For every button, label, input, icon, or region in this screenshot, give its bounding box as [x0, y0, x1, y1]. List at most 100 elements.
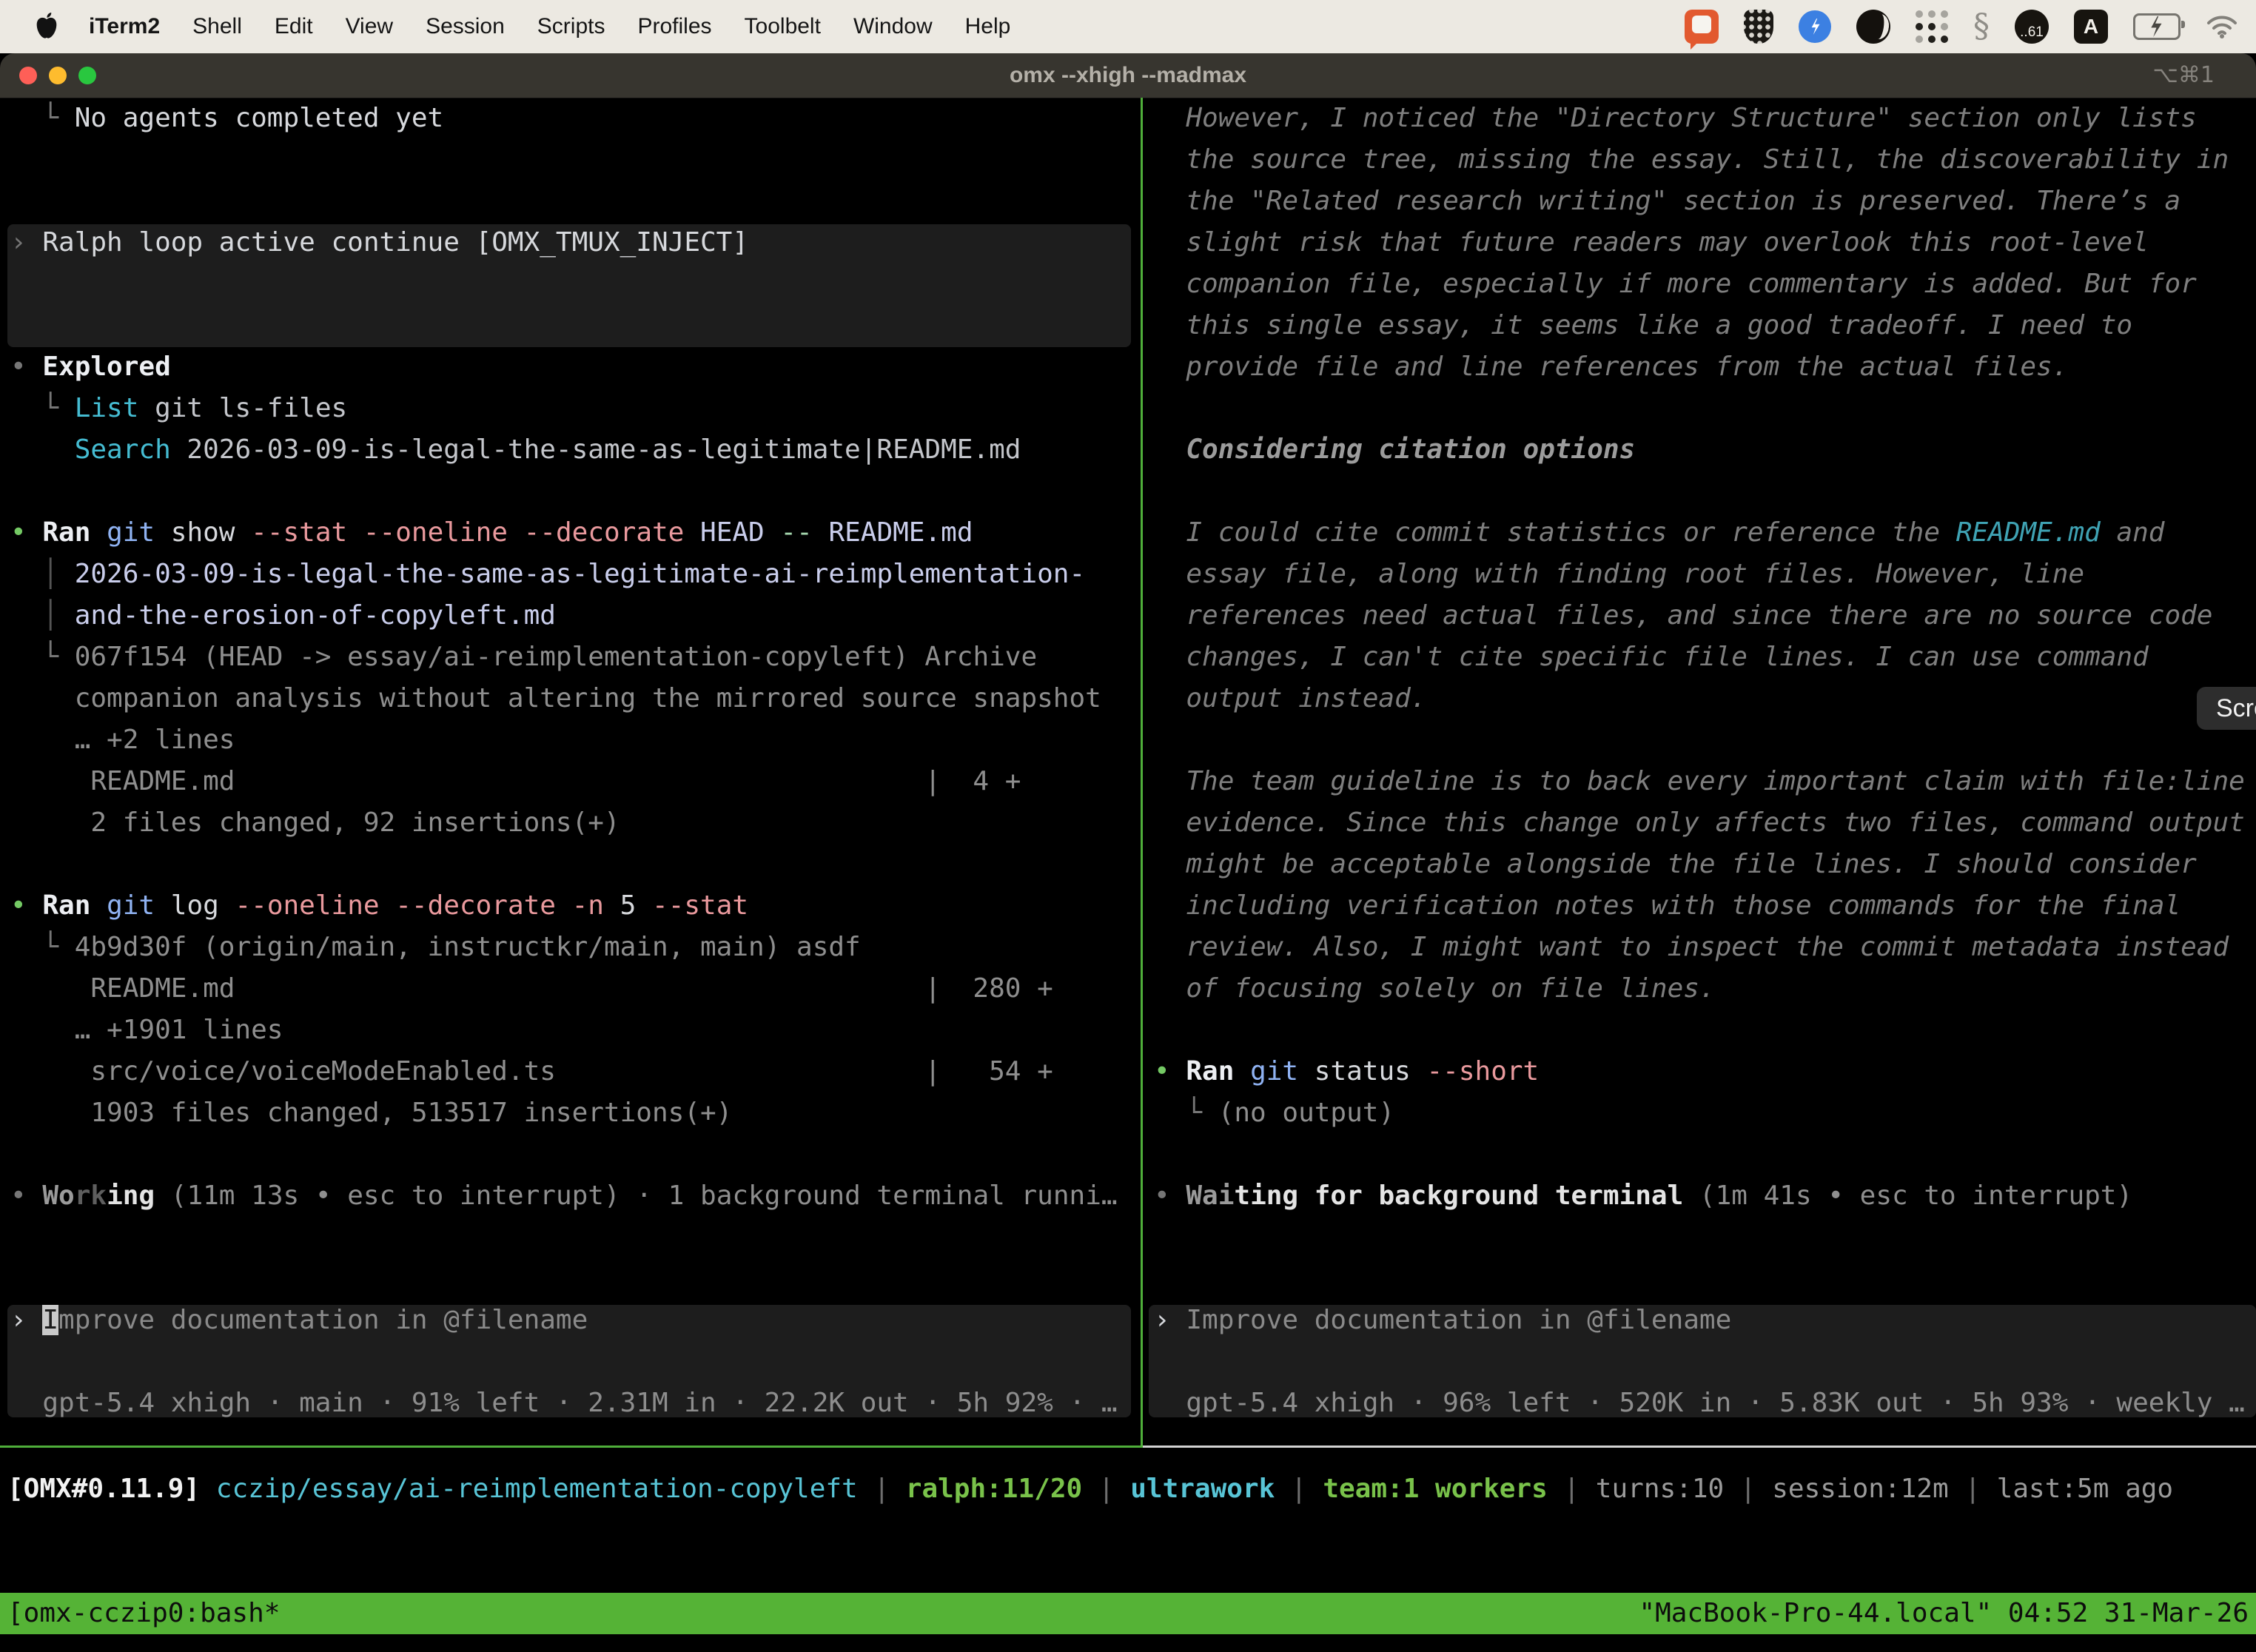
text-segment: companion analysis without altering the … — [10, 683, 1101, 713]
battery-icon[interactable] — [2133, 13, 2181, 40]
text-segment: provide file and line references from th… — [1154, 352, 2068, 382]
text-segment: • — [10, 1181, 42, 1211]
shield-icon[interactable] — [1744, 10, 1773, 44]
menu-item-session[interactable]: Session — [426, 14, 505, 39]
terminal-line: • Ran git status --short — [1154, 1051, 2256, 1092]
terminal-line: evidence. Since this change only affects… — [1154, 802, 2256, 844]
terminal-line — [10, 1134, 1141, 1175]
text-segment: team:1 workers — [1323, 1474, 1547, 1504]
terminal-output-left: └ No agents completed yet › Ralph loop ac… — [10, 98, 1141, 1424]
text-segment: List — [75, 393, 139, 423]
screen-tooltip: Scre — [2197, 687, 2256, 730]
text-segment: of focusing solely on file lines. — [1154, 973, 1716, 1004]
dots-grid-icon[interactable] — [1916, 10, 1948, 43]
wifi-icon[interactable] — [2206, 14, 2238, 39]
apple-menu-icon[interactable] — [34, 12, 59, 41]
terminal-line: However, I noticed the "Directory Struct… — [1154, 98, 2256, 139]
text-segment: this single essay, it seems like a good … — [1154, 310, 2132, 340]
text-segment: › — [10, 227, 42, 258]
text-segment: show — [155, 517, 251, 548]
text-segment: └ — [10, 393, 75, 423]
screenshare-tail — [1691, 41, 1699, 50]
text-segment: … +1901 lines — [10, 1015, 283, 1045]
menu-item-view[interactable]: View — [346, 14, 393, 39]
text-segment: I could cite commit statistics or refere… — [1154, 517, 1956, 548]
menu-item-scripts[interactable]: Scripts — [537, 14, 605, 39]
text-segment — [10, 434, 75, 465]
squiggle-icon[interactable]: § — [1973, 10, 1990, 44]
text-segment: status — [1298, 1056, 1426, 1087]
menu-item-profiles[interactable]: Profiles — [637, 14, 711, 39]
text-segment: | — [1548, 1474, 1596, 1504]
pane-divider[interactable] — [1141, 98, 1143, 1446]
terminal-line: • Waiting for background terminal (1m 41… — [1154, 1175, 2256, 1217]
terminal-line — [1154, 1341, 2256, 1383]
terminal-line — [10, 305, 1141, 346]
menu-item-help[interactable]: Help — [965, 14, 1011, 39]
input-source-icon[interactable]: A — [2074, 10, 2108, 44]
text-segment: --stat — [652, 890, 748, 921]
text-segment: and — [2101, 517, 2165, 548]
text-segment: slight risk that future readers may over… — [1154, 227, 2149, 258]
text-segment: Explored — [42, 352, 170, 382]
terminal-line: • Working (11m 13s • esc to interrupt) ·… — [10, 1175, 1141, 1217]
text-segment: essay file, along with finding root file… — [1154, 559, 2084, 589]
text-segment: Ran — [1186, 1056, 1234, 1087]
window-title: omx --xhigh --madmax — [0, 53, 2256, 98]
text-segment: ting for background terminal — [1234, 1181, 1683, 1211]
text-segment: README.md | 280 + — [10, 973, 1053, 1004]
text-segment: I — [42, 1305, 58, 1335]
tmux-session-label[interactable]: [omx-cczip0:bash* — [7, 1593, 280, 1634]
menu-item-iterm2[interactable]: iTerm2 — [89, 14, 160, 39]
terminal-line: └ No agents completed yet — [10, 98, 1141, 139]
text-segment: │ — [10, 559, 75, 589]
text-segment: README.md — [1956, 517, 2101, 548]
text-segment: However, I noticed the "Directory Struct… — [1154, 103, 2197, 133]
menu-item-edit[interactable]: Edit — [275, 14, 313, 39]
text-segment: Ran — [42, 890, 90, 921]
terminal-line: 1903 files changed, 513517 insertions(+) — [10, 1092, 1141, 1134]
text-segment: evidence. Since this change only affects… — [1154, 807, 2245, 838]
pie-icon[interactable] — [1856, 10, 1890, 44]
text-segment: • — [10, 890, 42, 921]
terminal-pane-left[interactable]: └ No agents completed yet › Ralph loop ac… — [0, 98, 1141, 1446]
text-segment: • — [1154, 1056, 1186, 1087]
terminal-line — [10, 1258, 1141, 1300]
text-segment: cczip/essay/ai-reimplementation-copyleft — [216, 1474, 858, 1504]
count-badge-icon[interactable]: ..61 — [2015, 10, 2049, 44]
text-segment — [1234, 1056, 1250, 1087]
terminal-line: review. Also, I might want to inspect th… — [1154, 927, 2256, 968]
terminal-line — [10, 844, 1141, 885]
text-segment: | — [1724, 1474, 1772, 1504]
window-title-bar[interactable]: omx --xhigh --madmax ⌥⌘1 — [0, 53, 2256, 98]
text-segment: │ — [10, 600, 75, 631]
text-segment: Ran — [42, 517, 90, 548]
terminal-line: └ 067f154 (HEAD -> essay/ai-reimplementa… — [10, 637, 1141, 678]
text-segment: ultrawork — [1130, 1474, 1275, 1504]
messages-badge-icon[interactable] — [1799, 10, 1831, 43]
text-segment: Wai — [1186, 1181, 1234, 1211]
text-segment: 5 — [620, 890, 652, 921]
menu-item-shell[interactable]: Shell — [192, 14, 242, 39]
text-segment: mprove documentation in @filename — [58, 1305, 588, 1335]
text-segment: (1m 41s • esc to interrupt) — [1683, 1181, 2132, 1211]
terminal-line — [10, 1217, 1141, 1258]
text-segment: src/voice/voiceModeEnabled.ts | 54 + — [10, 1056, 1053, 1087]
terminal-pane-right[interactable]: However, I noticed the "Directory Struct… — [1144, 98, 2256, 1446]
screenshare-inner — [1692, 16, 1711, 33]
menu-item-window[interactable]: Window — [853, 14, 933, 39]
text-segment: ing — [107, 1181, 155, 1211]
text-segment: • — [10, 517, 42, 548]
text-segment: 2026-03-09-is-legal-the-same-as-legitima… — [75, 559, 1085, 589]
screenshare-icon[interactable] — [1685, 10, 1719, 44]
text-segment: 4b9d30f (origin/main, instructkr/main, m… — [75, 932, 861, 962]
terminal-line: companion analysis without altering the … — [10, 678, 1141, 719]
menu-item-toolbelt[interactable]: Toolbelt — [745, 14, 821, 39]
text-segment: git ls-files — [138, 393, 347, 423]
text-segment: 1903 files changed, 513517 insertions(+) — [10, 1098, 732, 1128]
text-segment: | — [1949, 1474, 1997, 1504]
text-segment: and-the-erosion-of-copyleft.md — [75, 600, 556, 631]
text-segment: Ralph loop active continue [OMX_TMUX_INJ… — [42, 227, 748, 258]
text-segment: --short — [1427, 1056, 1540, 1087]
terminal-line — [1154, 388, 2256, 429]
